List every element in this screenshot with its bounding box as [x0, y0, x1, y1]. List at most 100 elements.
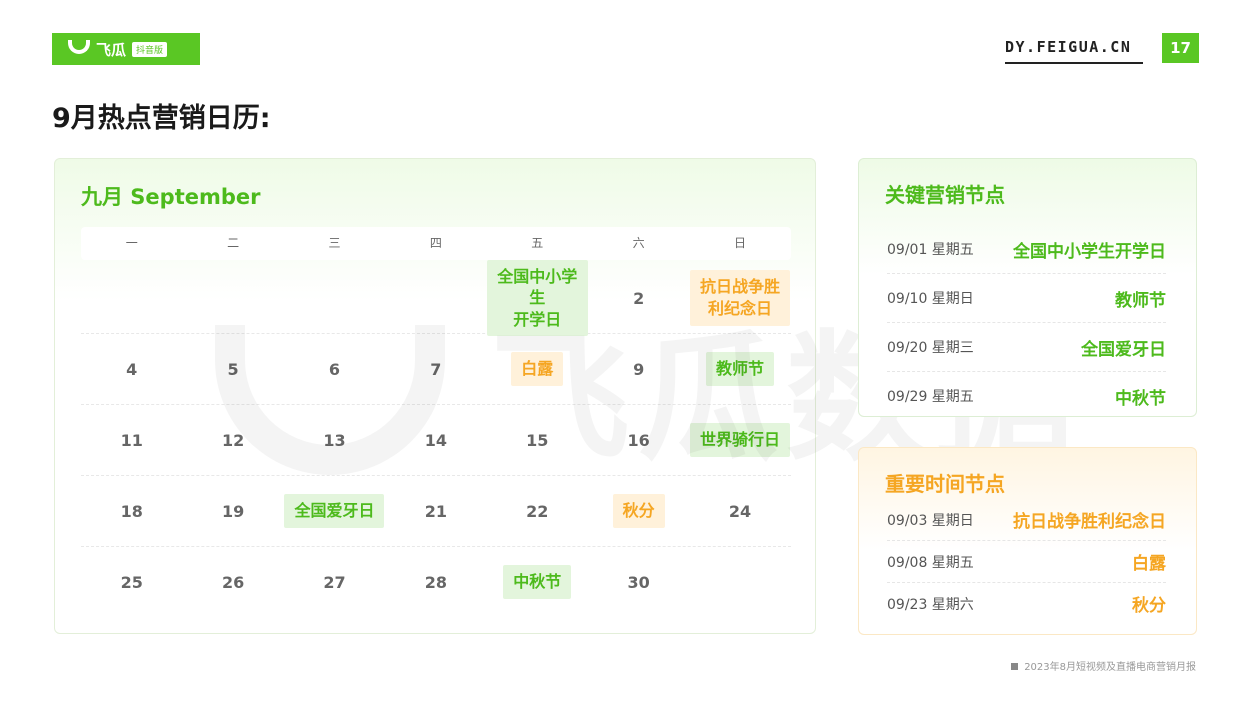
node-list-item: 09/08 星期五 白露: [887, 541, 1166, 583]
calendar-day-cell: 6: [284, 360, 385, 379]
calendar-day-cell: 30: [588, 573, 689, 592]
calendar-day-cell: 全国爱牙日: [284, 494, 385, 528]
node-name: 白露: [1132, 554, 1166, 574]
node-list-item: 09/29 星期五 中秋节: [887, 372, 1166, 420]
node-name: 秋分: [1132, 596, 1166, 616]
node-date: 09/10 星期日: [887, 291, 974, 307]
weekday-label: 六: [632, 236, 645, 250]
day-number: 11: [120, 430, 143, 450]
event-chip: 白露: [511, 352, 564, 386]
calendar-day-cell: 18: [81, 502, 182, 521]
footer: 2023年8月短视频及直播电商营销月报: [1011, 658, 1196, 673]
calendar-day-cell: 27: [284, 573, 385, 592]
calendar-day-cell: 26: [182, 573, 283, 592]
day-number: 24: [728, 501, 752, 521]
node-list-item: 09/20 星期三 全国爱牙日: [887, 323, 1166, 372]
page-number: 17: [1162, 33, 1199, 63]
calendar-day-cell: 7: [385, 360, 486, 379]
event-chip: 世界骑行日: [690, 423, 791, 457]
calendar-card: 九月 September 一 二 三 四 五 六 日 全国中小学生 开学日 2 抗日战争胜 利纪…: [54, 158, 816, 634]
calendar-day-cell: 中秋节: [487, 565, 588, 599]
weekday-label: 五: [531, 236, 544, 250]
calendar-day-cell: 秋分: [588, 494, 689, 528]
important-dates-panel: 重要时间节点 09/03 星期日 抗日战争胜利纪念日 09/08 星期五 白露 09/2…: [858, 447, 1197, 635]
calendar-day-cell: 24: [689, 502, 790, 521]
day-number: 22: [526, 501, 549, 521]
day-number: 26: [221, 572, 245, 592]
event-chip: 全国中小学生 开学日: [486, 259, 588, 337]
square-bullet-icon: [1011, 663, 1019, 670]
important-dates-list: 09/03 星期日 抗日战争胜利纪念日 09/08 星期五 白露 09/23 星期六 秋分: [887, 499, 1166, 624]
day-number: 28: [424, 572, 447, 592]
day-number: 15: [526, 430, 549, 450]
key-marketing-list: 09/01 星期五 全国中小学生开学日 09/10 星期日 教师节 09/20 星期三 全…: [887, 225, 1166, 420]
page-title: 9月热点营销日历:: [52, 103, 271, 134]
calendar-day-cell: 抗日战争胜 利纪念日: [689, 270, 791, 326]
event-chip: 全国爱牙日: [284, 494, 385, 528]
day-number: 6: [328, 359, 341, 379]
day-number: 4: [126, 359, 138, 379]
calendar-day-cell: 世界骑行日: [689, 423, 791, 457]
calendar-day-cell: 11: [81, 431, 182, 450]
site-url: DY.FEIGUA.CN: [1005, 38, 1143, 64]
node-list-item: 09/23 星期六 秋分: [887, 583, 1166, 624]
calendar-day-cell: 12: [182, 431, 283, 450]
calendar-day-cell: 全国中小学生 开学日: [486, 259, 588, 337]
day-number: 16: [627, 430, 650, 450]
node-date: 09/01 星期五: [887, 242, 974, 258]
day-number: 12: [221, 430, 245, 450]
day-number: 27: [323, 572, 346, 592]
day-number: 5: [227, 359, 239, 379]
weekday-header: 一二三四五六日: [81, 227, 791, 260]
day-number: 9: [633, 359, 645, 379]
event-chip: 抗日战争胜 利纪念日: [690, 270, 791, 326]
key-marketing-title: 关键营销节点: [885, 183, 1005, 207]
calendar-week-row: 全国中小学生 开学日 2 抗日战争胜 利纪念日: [81, 259, 791, 337]
day-number: 2: [633, 288, 645, 308]
event-chip: 秋分: [612, 494, 665, 528]
node-date: 09/03 星期日: [887, 512, 974, 529]
weekday-label: 三: [328, 236, 341, 250]
logo-text: 飞瓜: [96, 40, 127, 59]
calendar-day-cell: 4: [81, 360, 182, 379]
calendar-grid: 全国中小学生 开学日 2 抗日战争胜 利纪念日 4 5 6 7 白露 9 教师节 11 12 13 14 1…: [81, 259, 791, 617]
day-number: 19: [221, 501, 245, 521]
node-name: 抗日战争胜利纪念日: [1013, 512, 1166, 532]
weekday-label: 二: [227, 236, 240, 250]
day-number: 14: [424, 430, 447, 450]
weekday-label: 四: [429, 236, 442, 250]
day-number: 18: [120, 501, 143, 521]
calendar-day-cell: 5: [182, 360, 283, 379]
node-list-item: 09/10 星期日 教师节: [887, 274, 1166, 323]
calendar-week-row: 18 19 全国爱牙日 21 22 秋分 24: [81, 476, 791, 547]
node-date: 09/20 星期三: [887, 340, 974, 356]
important-dates-title: 重要时间节点: [885, 472, 1005, 496]
node-name: 全国中小学生开学日: [1013, 241, 1166, 262]
node-date: 09/23 星期六: [887, 596, 974, 613]
calendar-day-cell: 19: [182, 502, 283, 521]
node-date: 09/08 星期五: [887, 554, 974, 571]
calendar-week-row: 11 12 13 14 15 16 世界骑行日: [81, 405, 791, 476]
calendar-day-cell: 白露: [487, 352, 588, 386]
day-number: 21: [424, 501, 447, 521]
calendar-day-cell: 21: [385, 502, 486, 521]
calendar-title: 九月 September: [81, 185, 261, 209]
node-list-item: 09/03 星期日 抗日战争胜利纪念日: [887, 499, 1166, 541]
calendar-day-cell: 14: [385, 431, 486, 450]
footer-text: 2023年8月短视频及直播电商营销月报: [1024, 662, 1196, 673]
calendar-day-cell: 9: [588, 360, 689, 379]
calendar-day-cell: 15: [487, 431, 588, 450]
melon-logo-icon: [68, 40, 90, 54]
day-number: 25: [120, 572, 143, 592]
logo-tag: 抖音版: [132, 41, 168, 57]
event-chip: 中秋节: [503, 565, 572, 599]
node-name: 中秋节: [1115, 388, 1166, 409]
calendar-day-cell: 教师节: [689, 352, 790, 386]
calendar-day-cell: 2: [588, 289, 689, 308]
weekday-label: 日: [734, 236, 747, 250]
key-marketing-panel: 关键营销节点 09/01 星期五 全国中小学生开学日 09/10 星期日 教师节 09/…: [858, 158, 1197, 417]
weekday-label: 一: [125, 236, 138, 250]
calendar-day-cell: 22: [487, 502, 588, 521]
calendar-week-row: 25 26 27 28 中秋节 30: [81, 547, 791, 617]
day-number: 7: [430, 359, 442, 379]
